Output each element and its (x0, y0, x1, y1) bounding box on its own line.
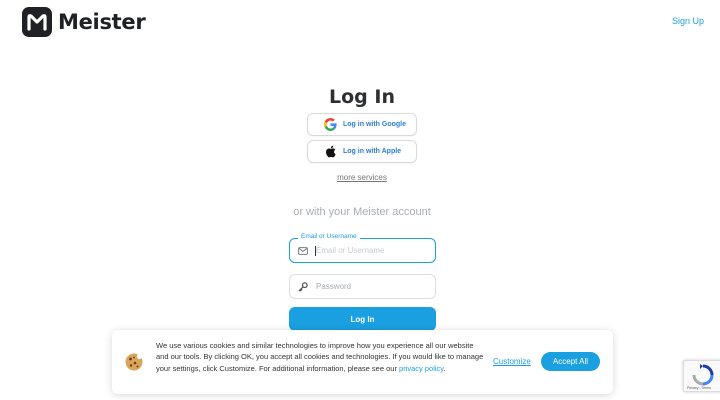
cookie-banner: We use various cookies and similar techn… (112, 330, 613, 394)
password-field[interactable] (289, 274, 436, 299)
apple-icon (323, 145, 337, 159)
key-icon (298, 281, 308, 292)
login-button[interactable]: Log In (289, 307, 436, 331)
recaptcha-icon (692, 364, 714, 386)
recaptcha-badge[interactable]: Privacy - Terms (683, 360, 720, 392)
text-caret (315, 246, 316, 256)
email-field-label: Email or Username (298, 233, 360, 240)
password-input[interactable] (316, 282, 426, 291)
cookie-message: We use various cookies and similar techn… (156, 340, 486, 374)
accept-all-button[interactable]: Accept All (541, 352, 600, 371)
apple-login-button[interactable]: Log in with Apple (307, 140, 417, 163)
recaptcha-footer: Privacy - Terms (687, 386, 712, 390)
mail-icon (298, 246, 308, 256)
more-services-link[interactable]: more services (0, 173, 720, 182)
google-login-button[interactable]: Log in with Google (307, 113, 417, 136)
apple-login-label: Log in with Apple (343, 148, 402, 155)
meister-logo[interactable]: Meister (22, 7, 146, 37)
email-field[interactable]: Email or Username (289, 233, 436, 263)
customize-cookies-link[interactable]: Customize (493, 357, 531, 366)
cookie-icon (124, 352, 144, 372)
email-input[interactable] (316, 246, 426, 255)
signup-link[interactable]: Sign Up (672, 16, 704, 26)
divider-text: or with your Meister account (293, 206, 431, 218)
privacy-policy-link[interactable]: privacy policy (399, 364, 443, 373)
google-login-label: Log in with Google (343, 121, 406, 128)
meister-logo-icon (22, 7, 52, 37)
brand-name: Meister (58, 10, 146, 34)
page-title: Log In (329, 86, 395, 108)
cookie-text-suffix: . (443, 363, 446, 373)
google-icon (323, 118, 337, 132)
